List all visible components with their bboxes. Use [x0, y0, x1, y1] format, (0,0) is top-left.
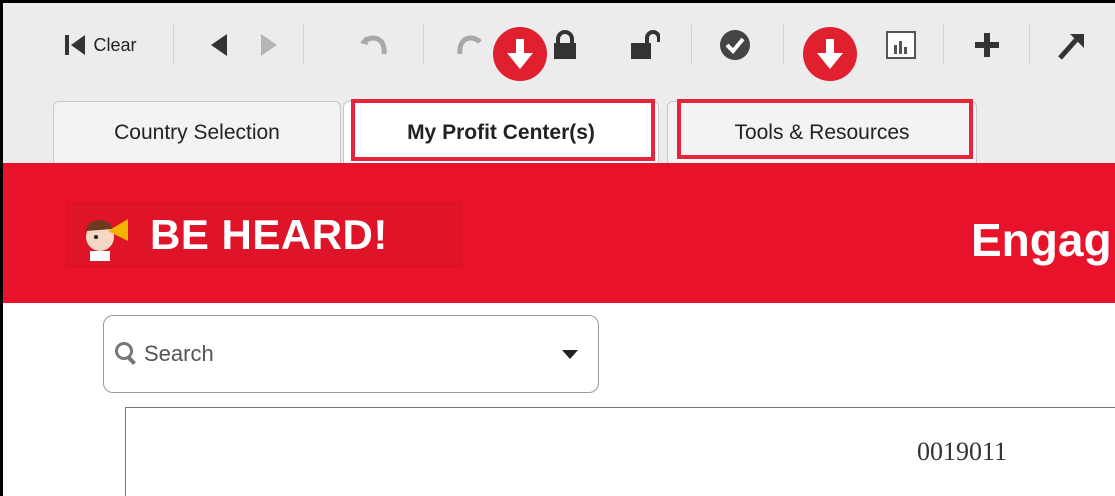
- forward-icon: [261, 34, 277, 56]
- toolbar-divider: [423, 25, 424, 65]
- lock-icon: [554, 30, 576, 59]
- toolbar: Clear: [3, 3, 1115, 82]
- chart-icon: [886, 31, 916, 59]
- redo-button[interactable]: [449, 25, 493, 65]
- profit-center-id: 0019011: [917, 437, 1008, 466]
- clear-button[interactable]: Clear: [39, 25, 163, 65]
- tab-label: Country Selection: [114, 120, 280, 144]
- toolbar-divider: [303, 25, 304, 65]
- search-icon: [115, 342, 136, 365]
- toolbar-divider: [783, 25, 784, 65]
- toolbar-divider: [173, 25, 174, 65]
- approve-button[interactable]: [713, 25, 757, 65]
- add-button[interactable]: [965, 25, 1009, 65]
- pin-button[interactable]: [1049, 25, 1093, 65]
- chevron-down-icon[interactable]: [562, 350, 578, 359]
- first-icon: [65, 35, 70, 55]
- search-dropdown[interactable]: Search: [103, 315, 599, 393]
- be-heard-logo: BE HEARD!: [67, 203, 461, 267]
- chart-button[interactable]: [879, 25, 923, 65]
- app-frame: Clear Country Selection My Profit Center…: [0, 0, 1115, 496]
- header-banner: BE HEARD! Engag: [3, 163, 1115, 303]
- undo-button[interactable]: [351, 25, 395, 65]
- search-placeholder: Search: [144, 341, 214, 366]
- megaphone-mascot-icon: [86, 219, 128, 261]
- down-arrow-icon: [817, 39, 843, 69]
- annotation-highlight: [677, 99, 973, 159]
- annotation-arrow-icon: [803, 27, 857, 81]
- down-arrow-icon: [507, 39, 533, 69]
- annotation-highlight: [351, 99, 655, 161]
- toolbar-divider: [691, 25, 692, 65]
- toolbar-divider: [943, 25, 944, 65]
- pin-icon: [1058, 34, 1084, 60]
- back-icon: [211, 34, 227, 56]
- check-icon: [720, 30, 750, 60]
- redo-icon: [457, 35, 482, 55]
- toolbar-divider: [1029, 25, 1030, 65]
- unlock-button[interactable]: [623, 25, 667, 65]
- tab-country-selection[interactable]: Country Selection: [53, 101, 341, 163]
- lock-button[interactable]: [543, 25, 587, 65]
- first-arrow-icon: [71, 35, 86, 55]
- annotation-arrow-icon: [493, 27, 547, 81]
- logo-text: BE HEARD!: [150, 211, 388, 258]
- add-icon: [975, 33, 999, 57]
- forward-button[interactable]: [249, 25, 289, 65]
- undo-icon: [360, 35, 387, 55]
- banner-title: Engag: [971, 214, 1112, 266]
- clear-label: Clear: [93, 34, 137, 55]
- unlock-icon: [631, 30, 660, 59]
- back-button[interactable]: [199, 25, 239, 65]
